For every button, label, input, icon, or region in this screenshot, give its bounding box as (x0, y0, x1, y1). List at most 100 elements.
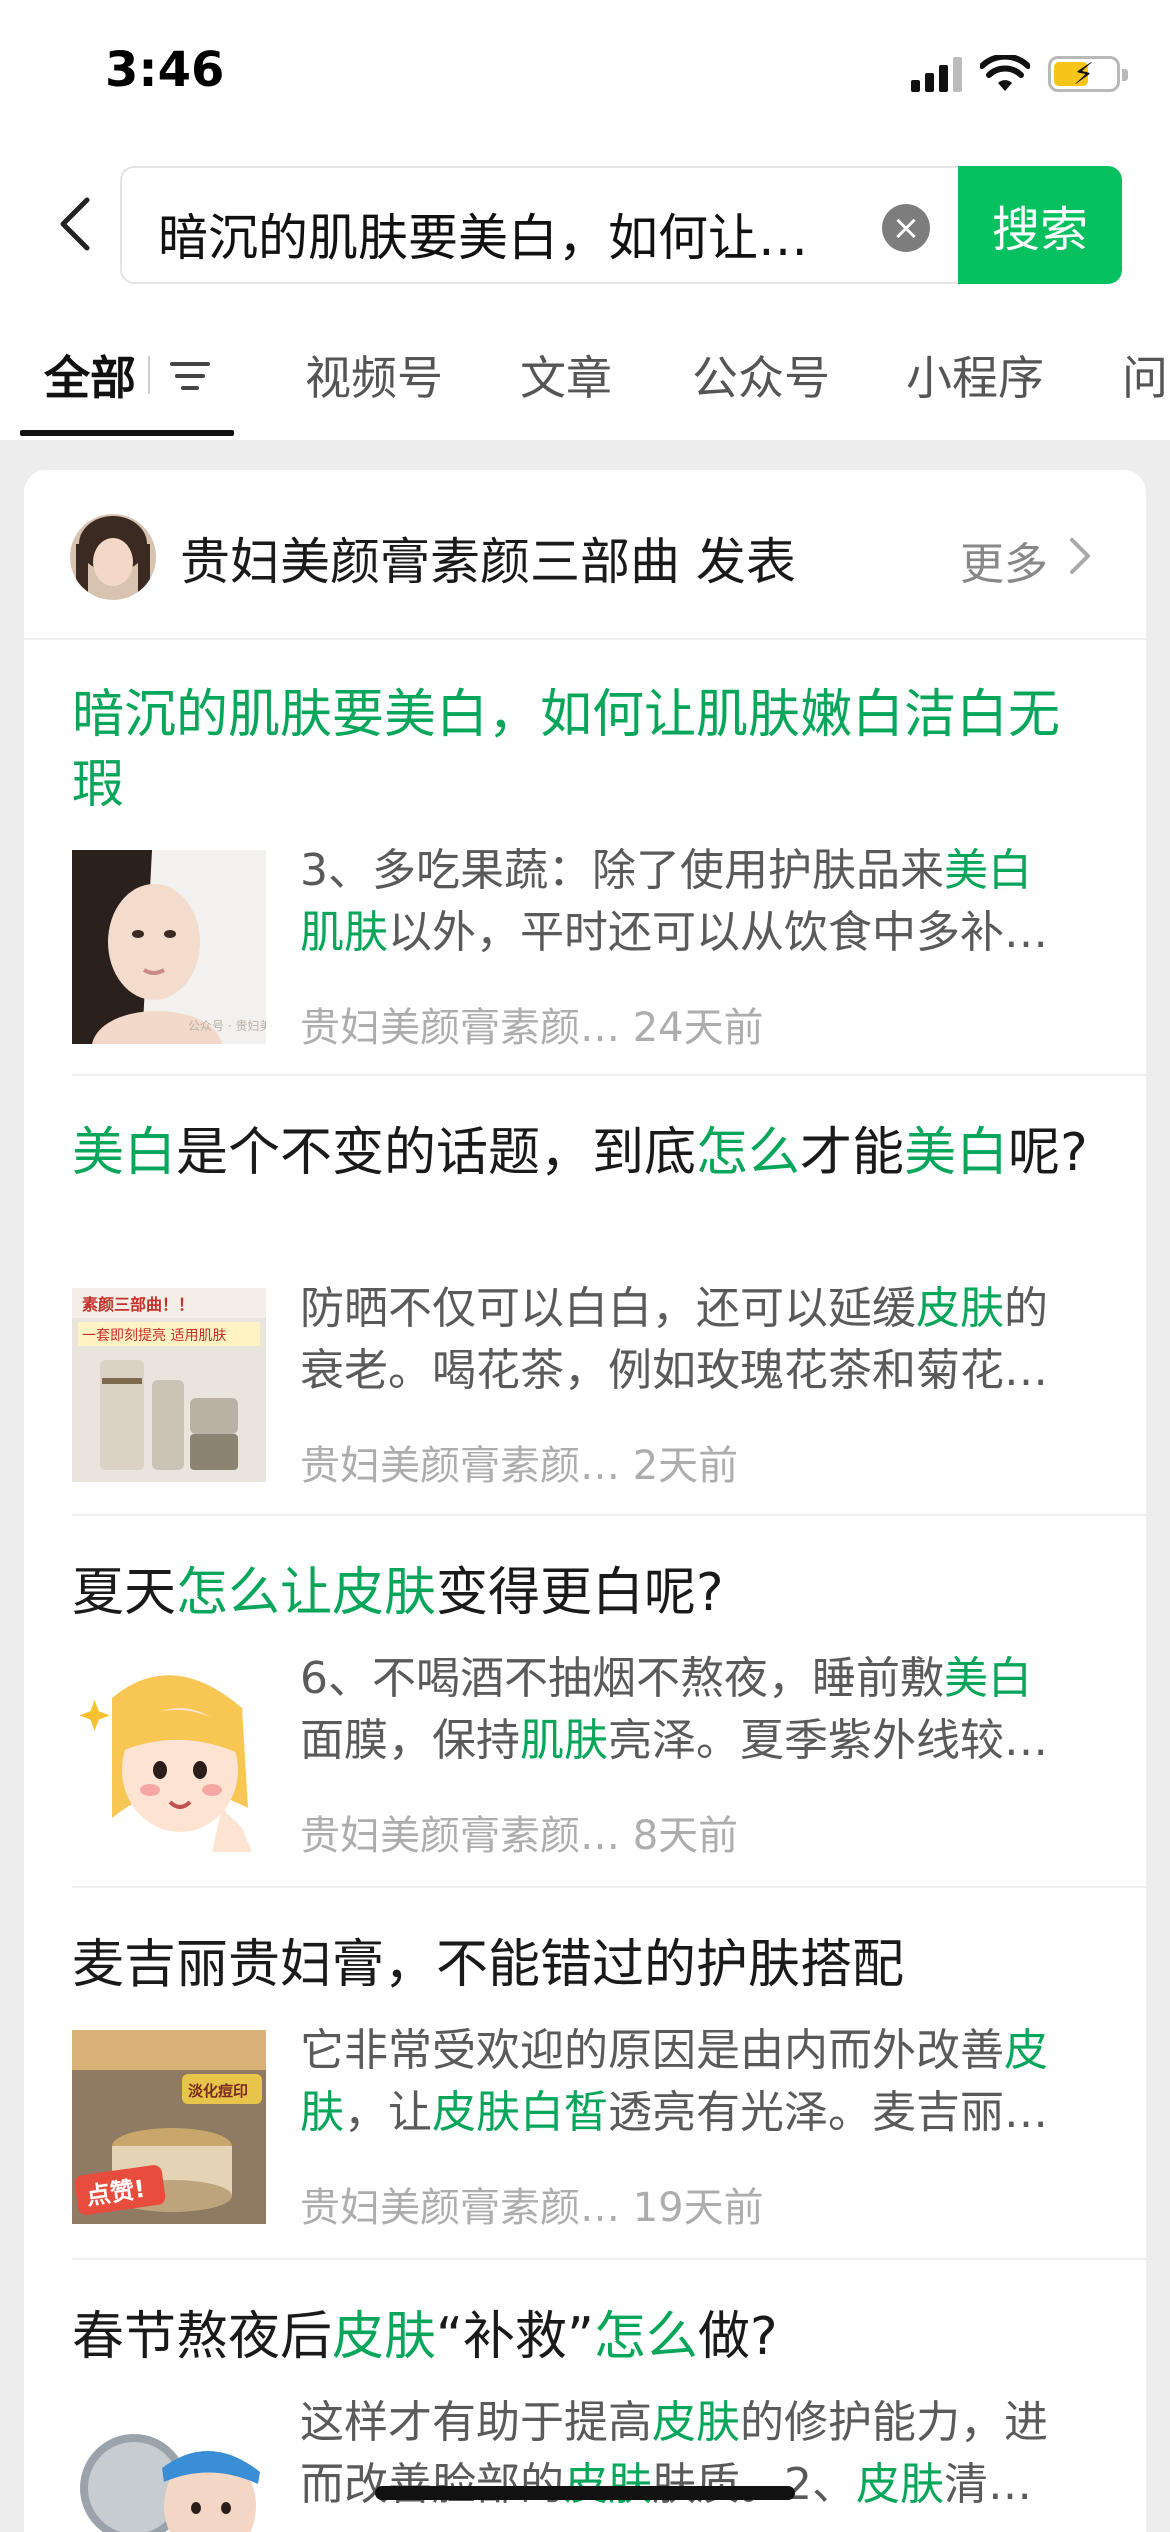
article-source: 贵妇美颜膏素颜… (300, 1443, 620, 1489)
highlighted-keyword: 肤 (300, 2087, 344, 2138)
text-segment: “补救” (436, 2307, 594, 2367)
text-segment: 防晒不仅可以白白，还可以延缓 (300, 1283, 916, 1334)
back-button[interactable] (40, 184, 110, 264)
tab-official-accounts[interactable]: 公众号 (692, 342, 830, 408)
article-item[interactable]: 美白是个不变的话题，到底怎么才能美白呢? 素颜三部曲！！ 一套即刻提亮 适用肌肤… (72, 1118, 1146, 1538)
filter-icon[interactable] (168, 354, 212, 398)
article-time: 24天前 (632, 1005, 764, 1051)
text-segment: 呢? (1008, 1123, 1088, 1183)
highlighted-keyword: 皮肤 (856, 2459, 944, 2510)
article-meta: 贵妇美颜膏素颜… 8天前 (300, 1803, 738, 1861)
chevron-right-icon (1070, 538, 1090, 574)
article-title: 夏天怎么让皮肤变得更白呢? (72, 1558, 1098, 1628)
thumbnail-caption-mid: 一套即刻提亮 适用肌肤 (82, 1327, 226, 1344)
more-link[interactable]: 更多 (960, 528, 1048, 592)
top-bar: 3:46 ⚡ 暗沉的肌肤要美白，如何让… × 搜索 全部 视频号 文章 公众号 … (0, 0, 1170, 440)
article-item[interactable]: 麦吉丽贵妇膏，不能错过的护肤搭配 淡化痘印 点赞! 它非常受欢迎的原因是由内而外… (72, 1930, 1146, 2290)
highlighted-keyword: 怎么 (696, 1123, 801, 1183)
text-segment: ，让 (344, 2087, 432, 2138)
snippet-line: 防晒不仅可以白白，还可以延缓皮肤的 (300, 1278, 1100, 1340)
avatar (70, 514, 156, 600)
clear-search-button[interactable]: × (882, 204, 930, 252)
snippet-line: 6、不喝酒不抽烟不熬夜，睡前敷美白 (300, 1648, 1100, 1710)
account-header[interactable]: 贵妇美颜膏素颜三部曲 发表 更多 (24, 470, 1146, 640)
tab-questions[interactable]: 问 (1122, 342, 1168, 408)
chevron-left-icon (60, 197, 90, 251)
skincare-products-thumbnail: 素颜三部曲！！ 一套即刻提亮 适用肌肤 (72, 1288, 266, 1482)
text-segment: 才能 (800, 1123, 905, 1183)
text-segment: 清… (944, 2459, 1032, 2510)
text-segment: 而改善脸部的 (300, 2459, 564, 2510)
highlighted-keyword: 肌肤 (300, 907, 388, 958)
highlighted-keyword: 皮肤 (564, 2459, 652, 2510)
text-segment: 面膜，保持 (300, 1715, 520, 1766)
highlighted-keyword: 皮肤 (916, 1283, 1004, 1334)
snippet-line: 面膜，保持肌肤亮泽。夏季紫外线较… (300, 1710, 1100, 1772)
article-source: 贵妇美颜膏素颜… (300, 2185, 620, 2231)
article-time: 8天前 (632, 1813, 739, 1859)
filter-tabs: 全部 视频号 文章 公众号 小程序 问 (0, 330, 1170, 440)
wifi-icon (980, 55, 1030, 91)
article-snippet: 它非常受欢迎的原因是由内而外改善皮 肤，让皮肤白皙透亮有光泽。麦吉丽… (300, 2020, 1100, 2144)
highlighted-keyword: 美白 (904, 1123, 1009, 1183)
divider (72, 2258, 1146, 2260)
thumbnail-tag: 淡化痘印 (188, 2082, 248, 2100)
thumbnail-caption-top: 素颜三部曲！！ (82, 1295, 194, 1314)
results-card: 贵妇美颜膏素颜三部曲 发表 更多 暗沉的肌肤要美白，如何让肌肤嫩白洁白无瑕 公众… (24, 470, 1146, 2532)
snippet-line: 衰老。喝花茶，例如玫瑰花茶和菊花… (300, 1340, 1100, 1402)
text-segment: 亮泽。夏季紫外线较… (608, 1715, 1048, 1766)
battery-charging-icon: ⚡ (1048, 56, 1128, 92)
tab-mini-programs[interactable]: 小程序 (906, 342, 1044, 408)
status-time: 3:46 (105, 42, 225, 98)
article-title: 麦吉丽贵妇膏，不能错过的护肤搭配 (72, 1930, 1098, 2000)
text-segment: 春节熬夜后 (72, 2307, 333, 2367)
snippet-line: 肤，让皮肤白皙透亮有光泽。麦吉丽… (300, 2082, 1100, 2144)
search-query-text: 暗沉的肌肤要美白，如何让… (158, 209, 808, 267)
article-item[interactable]: 夏天怎么让皮肤变得更白呢? 6、不喝酒不抽烟不熬夜，睡前敷美白 面膜，保持肌肤亮… (72, 1558, 1146, 1918)
snippet-line: 而改善脸部的皮肤肤质。2、皮肤清… (300, 2454, 1100, 2516)
tab-articles[interactable]: 文章 (520, 342, 612, 408)
search-button[interactable]: 搜索 (958, 166, 1122, 284)
article-snippet: 3、多吃果蔬：除了使用护肤品来美白 肌肤以外，平时还可以从饮食中多补… (300, 840, 1100, 964)
status-bar: 3:46 ⚡ (0, 0, 1170, 150)
text-segment: 做? (697, 2307, 778, 2367)
text-segment: 这样才有助于提高 (300, 2397, 652, 2448)
tab-channels[interactable]: 视频号 (305, 342, 443, 408)
text-segment: 衰老。喝花茶，例如玫瑰花茶和菊花… (300, 1345, 1048, 1396)
highlighted-keyword: 暗沉的肌肤要美白，如何让肌肤嫩白洁白无瑕 (72, 685, 1061, 815)
highlighted-keyword: 皮肤 (332, 2307, 437, 2367)
text-segment: 麦吉丽贵妇膏，不能错过的护肤搭配 (72, 1935, 905, 1995)
text-segment: 以外，平时还可以从饮食中多补… (388, 907, 1048, 958)
highlighted-keyword: 肌肤 (520, 1715, 608, 1766)
snippet-line: 3、多吃果蔬：除了使用护肤品来美白 (300, 840, 1100, 902)
article-source: 贵妇美颜膏素颜… (300, 1005, 620, 1051)
account-name: 贵妇美颜膏素颜三部曲 发表 (180, 533, 796, 591)
woman-portrait-thumbnail: 公众号 · 贵妇美颜 (72, 850, 266, 1044)
text-segment: 是个不变的话题，到底 (176, 1123, 697, 1183)
tab-all[interactable]: 全部 (44, 342, 136, 408)
text-segment: 透亮有光泽。麦吉丽… (608, 2087, 1048, 2138)
divider (72, 1074, 1146, 1076)
article-time: 19天前 (632, 2185, 764, 2231)
text-segment: 变得更白呢? (436, 1563, 724, 1623)
text-segment: 的 (1004, 1283, 1048, 1334)
divider (72, 1514, 1146, 1516)
home-indicator (375, 2486, 795, 2500)
highlighted-keyword: 美白 (72, 1123, 177, 1183)
article-snippet: 6、不喝酒不抽烟不熬夜，睡前敷美白 面膜，保持肌肤亮泽。夏季紫外线较… (300, 1648, 1100, 1772)
divider (72, 1886, 1146, 1888)
tab-divider (148, 356, 150, 394)
highlighted-keyword: 美白 (944, 845, 1032, 896)
mirror-girl-thumbnail (72, 2402, 266, 2532)
search-input[interactable]: 暗沉的肌肤要美白，如何让… × (120, 166, 960, 284)
text-segment: 肤质。2、 (652, 2459, 856, 2510)
highlighted-keyword: 怎么 (593, 2307, 698, 2367)
cartoon-girl-thumbnail (72, 1658, 266, 1852)
close-icon: × (891, 208, 921, 248)
article-item[interactable]: 暗沉的肌肤要美白，如何让肌肤嫩白洁白无瑕 公众号 · 贵妇美颜 3、多吃果蔬：除… (72, 680, 1146, 1100)
status-icons: ⚡ (911, 52, 1128, 96)
cellular-signal-icon (911, 56, 962, 92)
active-tab-indicator (20, 430, 234, 436)
article-time: 2天前 (632, 1443, 739, 1489)
article-source: 贵妇美颜膏素颜… (300, 1813, 620, 1859)
